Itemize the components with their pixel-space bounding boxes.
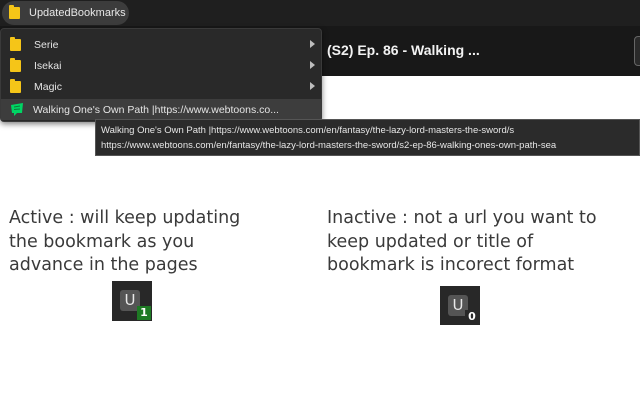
menu-item-label: Magic	[34, 80, 63, 93]
header-button[interactable]	[634, 36, 640, 66]
inactive-count-badge: 0	[465, 310, 479, 324]
menu-item-isekai[interactable]: Isekai	[1, 55, 321, 76]
active-count-badge: 1	[137, 306, 151, 320]
active-description: Active : will keep updating the bookmark…	[9, 207, 309, 278]
tooltip-line-1: Walking One's Own Path |https://www.webt…	[101, 125, 515, 136]
folder-icon	[10, 78, 21, 93]
menu-item-label: Serie	[34, 38, 59, 51]
folder-label: UpdatedBookmarks	[29, 7, 126, 19]
bookmark-folder-dropdown: Serie Isekai Magic Walking One's Own Pat…	[0, 28, 322, 122]
updated-bookmarks-folder-button[interactable]: UpdatedBookmarks	[2, 1, 129, 25]
menu-item-walking-ones-own-path[interactable]: Walking One's Own Path |https://www.webt…	[1, 99, 321, 120]
page-title: (S2) Ep. 86 - Walking ...	[327, 42, 480, 58]
tooltip-line-2: https://www.webtoons.com/en/fantasy/the-…	[101, 140, 557, 151]
inactive-line-3: bookmark is incorect format	[327, 255, 575, 275]
menu-item-label: Isekai	[34, 59, 62, 72]
folder-icon	[10, 36, 21, 51]
active-line-2: the bookmark as you	[9, 231, 195, 252]
bookmark-tooltip: Walking One's Own Path |https://www.webt…	[95, 119, 640, 156]
active-line-1: Active : will keep updating	[9, 208, 241, 228]
folder-icon	[10, 57, 21, 72]
menu-item-magic[interactable]: Magic	[1, 76, 321, 97]
folder-icon	[9, 5, 20, 19]
inactive-description: Inactive : not a url you want to keep up…	[327, 207, 639, 278]
inactive-line-2: keep updated or title of	[327, 231, 534, 252]
webtoon-icon	[11, 103, 23, 116]
active-line-3: advance in the pages	[9, 255, 198, 275]
inactive-line-1: Inactive : not a url you want to	[327, 208, 597, 228]
menu-item-serie[interactable]: Serie	[1, 34, 321, 55]
chevron-right-icon	[310, 40, 315, 48]
chevron-right-icon	[310, 61, 315, 69]
extension-icon-inactive: U 0	[440, 286, 480, 325]
extension-icon-active: U 1	[112, 281, 152, 321]
chevron-right-icon	[310, 82, 315, 90]
bookmark-bar: UpdatedBookmarks	[0, 0, 640, 26]
menu-item-label: Walking One's Own Path |https://www.webt…	[33, 103, 279, 116]
